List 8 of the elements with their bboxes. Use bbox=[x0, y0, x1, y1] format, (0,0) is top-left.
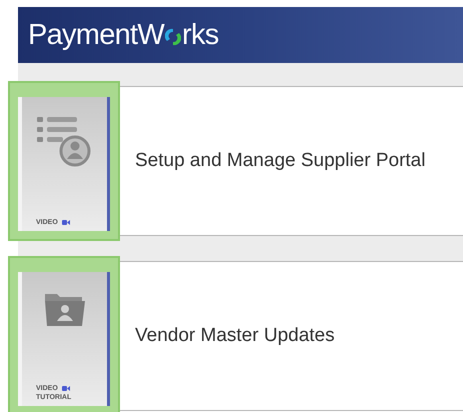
module-title[interactable]: Setup and Manage Supplier Portal bbox=[135, 146, 426, 176]
video-camera-icon bbox=[62, 386, 70, 391]
logo-text: PaymentW bbox=[28, 20, 164, 50]
list-person-icon bbox=[36, 115, 92, 167]
logo-text: rks bbox=[182, 20, 218, 50]
video-camera-icon bbox=[62, 220, 70, 225]
module-title[interactable]: Vendor Master Updates bbox=[135, 322, 335, 350]
swirl-icon bbox=[165, 28, 182, 46]
